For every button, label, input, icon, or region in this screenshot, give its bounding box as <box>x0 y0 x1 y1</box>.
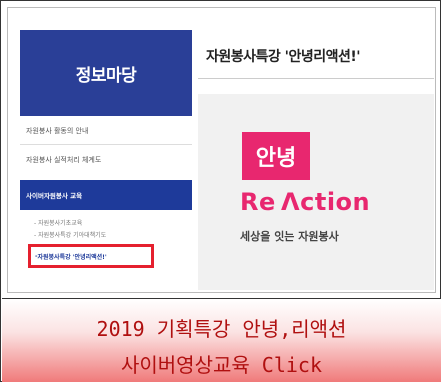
sidebar-item-cyber-education[interactable]: 사이버자원봉사 교육 <box>20 180 192 210</box>
page-title: 자원봉사특강 '안녕리액션!' <box>206 49 361 65</box>
sidebar-header: 정보마당 <box>20 30 192 116</box>
sidebar-item-record-process[interactable]: 자원봉사 실적처리 체계도 <box>26 155 101 165</box>
promo-card[interactable]: 정보마당 자원봉사 활동의 안내 자원봉사 실적처리 체계도 사이버자원봉사 교… <box>0 0 441 382</box>
logo-wordmark: Re Λction <box>240 188 371 216</box>
logo-box: 안녕 <box>242 132 310 180</box>
sidebar-item-activity-guide[interactable]: 자원봉사 활동의 안내 <box>26 126 88 136</box>
sidebar: 정보마당 자원봉사 활동의 안내 자원봉사 실적처리 체계도 사이버자원봉사 교… <box>20 22 192 288</box>
sidebar-subitem-special[interactable]: - 자원봉사특강 기아대책기도 <box>34 230 106 239</box>
click-banner[interactable]: 2019 기획특강 안녕,리액션 사이버영상교육 Click <box>2 298 441 382</box>
sidebar-active-label: 사이버자원봉사 교육 <box>26 192 83 200</box>
sidebar-subitem-basic[interactable]: - 자원봉사기초교육 <box>34 218 82 227</box>
logo-tagline: 세상을 잇는 자원봉사 <box>240 230 339 243</box>
banner-line-title: 2019 기획특강 안녕,리액션 <box>96 317 347 341</box>
sidebar-divider <box>20 144 192 145</box>
sidebar-subitem-highlighted[interactable]: - 자원봉사특강 '안녕리액션!' <box>28 244 154 268</box>
title-divider <box>198 78 434 79</box>
website-screenshot: 정보마당 자원봉사 활동의 안내 자원봉사 실적처리 체계도 사이버자원봉사 교… <box>7 7 436 293</box>
banner-line-click[interactable]: 사이버영상교육 Click <box>2 349 441 378</box>
